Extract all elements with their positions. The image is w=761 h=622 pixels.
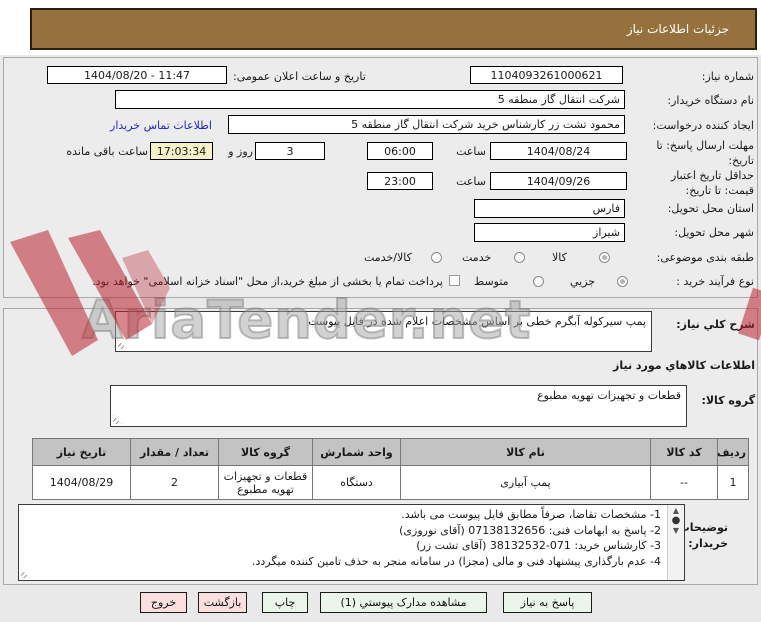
resize-handle-icon[interactable] (113, 415, 122, 424)
col-item-group: گروه کالا (218, 438, 313, 466)
reply-deadline-label: مهلت ارسال پاسخ: تا تاریخ: (656, 139, 754, 167)
treasury-payment-checkbox[interactable] (449, 275, 460, 286)
goods-group-textarea[interactable]: قطعات و تجهیزات تهویه مطبوع (110, 385, 687, 427)
radio-service-label: خدمت (462, 251, 492, 264)
buyer-contact-link[interactable]: اطلاعات تماس خریدار (95, 119, 227, 132)
need-description-label: شرح کلي نیاز: (676, 318, 755, 331)
need-number-field[interactable]: 1104093261000621 (470, 66, 623, 84)
cell-item-group: قطعات و تجهیزات تهویه مطبوع (218, 465, 313, 500)
announce-datetime-field[interactable]: 1404/08/20 - 11:47 (47, 66, 227, 84)
price-validity-label: حداقل تاریخ اعتبار قیمت: تا تاریخ: (670, 169, 754, 197)
cell-item-code: -- (650, 465, 718, 500)
radio-goods-service-label: کالا/خدمت (364, 251, 412, 264)
back-button[interactable]: بازگشت (198, 592, 247, 613)
province-field[interactable]: فارس (474, 199, 625, 218)
reply-hour-label: ساعت (456, 145, 486, 158)
col-row-index: ردیف (717, 438, 749, 466)
need-number-value: 1104093261000621 (490, 68, 603, 82)
time-left-value: 17:03:34 (156, 144, 207, 158)
radio-minor[interactable] (617, 276, 628, 287)
radio-minor-label: جزیي (570, 275, 596, 288)
items-table: ردیف کد کالا نام کالا واحد شمارش گروه کا… (32, 438, 749, 500)
print-button[interactable]: چاپ (262, 592, 308, 613)
buyer-notes-line: 1- مشخصات تقاضا، صرفاً مطابق فایل پیوست … (401, 508, 661, 521)
col-need-date: تاریخ نیاز (32, 438, 131, 466)
reply-deadline-date-field[interactable]: 1404/08/24 (490, 142, 627, 160)
province-label: استان محل تحویل: (667, 202, 754, 215)
buyer-org-label: نام دستگاه خریدار: (667, 94, 754, 107)
classification-label: طبقه بندی موضوعی: (656, 251, 754, 264)
buyer-notes-textarea[interactable]: 1- مشخصات تقاضا، صرفاً مطابق فایل پیوست … (18, 504, 685, 581)
city-value: شیراز (593, 226, 620, 239)
days-left-field: 3 (255, 142, 325, 160)
announce-datetime-value: 1404/08/20 - 11:47 (83, 68, 191, 82)
cell-need-date: 1404/08/29 (32, 465, 131, 500)
items-table-header-row: ردیف کد کالا نام کالا واحد شمارش گروه کا… (32, 438, 749, 466)
radio-medium-label: متوسط (474, 275, 509, 288)
reply-deadline-date: 1404/08/24 (526, 144, 591, 158)
view-attached-docs-button[interactable]: مشاهده مدارک پیوستي (1) (320, 592, 487, 613)
need-description-value: پمپ سیرکوله آبگرم خطی بر اساس مشخصات اعل… (308, 315, 646, 328)
col-unit: واحد شمارش (312, 438, 401, 466)
buyer-notes-line: 4- عدم بارگذاری پیشنهاد فنی و مالی (مجزا… (252, 554, 661, 568)
request-creator-value: محمود تشت زر کارشناس خرید شرکت انتقال گا… (351, 118, 620, 131)
announce-datetime-label: تاریخ و ساعت اعلان عمومی: (233, 70, 366, 83)
province-value: فارس (592, 202, 620, 215)
radio-goods-service[interactable] (431, 252, 442, 263)
notes-scrollbar[interactable]: ▲ ● ▼ (667, 505, 684, 580)
goods-info-heading: اطلاعات کالاهاي مورد نیاز (613, 359, 755, 372)
radio-service[interactable] (514, 252, 525, 263)
buyer-notes-body: 1- مشخصات تقاضا، صرفاً مطابق فایل پیوست … (19, 505, 667, 580)
resize-handle-icon[interactable] (118, 340, 127, 349)
radio-medium[interactable] (533, 276, 544, 287)
process-type-label: نوع فرآیند خرید : (676, 275, 754, 288)
treasury-payment-label: پرداخت تمام یا بخشی از مبلغ خرید،از محل … (92, 275, 443, 288)
days-left-value: 3 (286, 144, 294, 158)
reply-deadline-hour: 06:00 (384, 144, 416, 158)
cell-item-name: پمپ آبیاری (400, 465, 651, 500)
days-word-label: روز و (228, 145, 253, 158)
reply-deadline-hour-field[interactable]: 06:00 (367, 142, 433, 160)
goods-group-value: قطعات و تجهیزات تهویه مطبوع (537, 389, 681, 402)
buyer-notes-line: 2- پاسخ به ابهامات فنی: 07138132656 (آقا… (399, 523, 661, 537)
scroll-thumb[interactable]: ● (672, 516, 681, 526)
cell-quantity: 2 (130, 465, 219, 500)
cell-row-index: 1 (717, 465, 749, 500)
price-validity-hour-field[interactable]: 23:00 (367, 172, 433, 190)
price-validity-date-field[interactable]: 1404/09/26 (490, 172, 627, 190)
remaining-hours-label: ساعت باقی مانده (66, 145, 148, 158)
buyer-org-field[interactable]: شرکت انتقال گاز منطقه 5 (115, 90, 625, 109)
col-item-name: نام کالا (400, 438, 651, 466)
city-label: شهر محل تحویل: (674, 226, 754, 239)
col-quantity: تعداد / مقدار (130, 438, 219, 466)
page-title: جزئیات اطلاعات نیاز (626, 22, 729, 36)
need-number-label: شماره نیاز: (701, 70, 754, 83)
city-field[interactable]: شیراز (474, 223, 625, 242)
price-validity-hour: 23:00 (384, 174, 416, 188)
price-validity-date: 1404/09/26 (526, 174, 591, 188)
goods-group-label: گروه کالا: (701, 394, 755, 407)
cell-unit: دستگاه (312, 465, 401, 500)
request-creator-field[interactable]: محمود تشت زر کارشناس خرید شرکت انتقال گا… (228, 115, 625, 134)
need-description-textarea[interactable]: پمپ سیرکوله آبگرم خطی بر اساس مشخصات اعل… (115, 311, 652, 352)
radio-goods-label: کالا (552, 251, 567, 264)
time-left-timer: 17:03:34 (150, 142, 213, 160)
col-item-code: کد کالا (650, 438, 718, 466)
radio-goods[interactable] (599, 252, 610, 263)
price-hour-label: ساعت (456, 175, 486, 188)
table-row[interactable]: 1 -- پمپ آبیاری دستگاه قطعات و تجهیزات ت… (32, 465, 749, 500)
title-bar: جزئیات اطلاعات نیاز (30, 8, 757, 50)
buyer-org-value: شرکت انتقال گاز منطقه 5 (497, 93, 620, 106)
exit-button[interactable]: خروج (140, 592, 187, 613)
scroll-down-icon[interactable]: ▼ (673, 526, 679, 536)
request-creator-label: ایجاد کننده درخواست: (652, 119, 754, 132)
reply-to-need-button[interactable]: پاسخ به نیاز (503, 592, 592, 613)
buyer-notes-line: 3- کارشناس خرید: 071-38132532 (آقای تشت … (416, 539, 661, 552)
